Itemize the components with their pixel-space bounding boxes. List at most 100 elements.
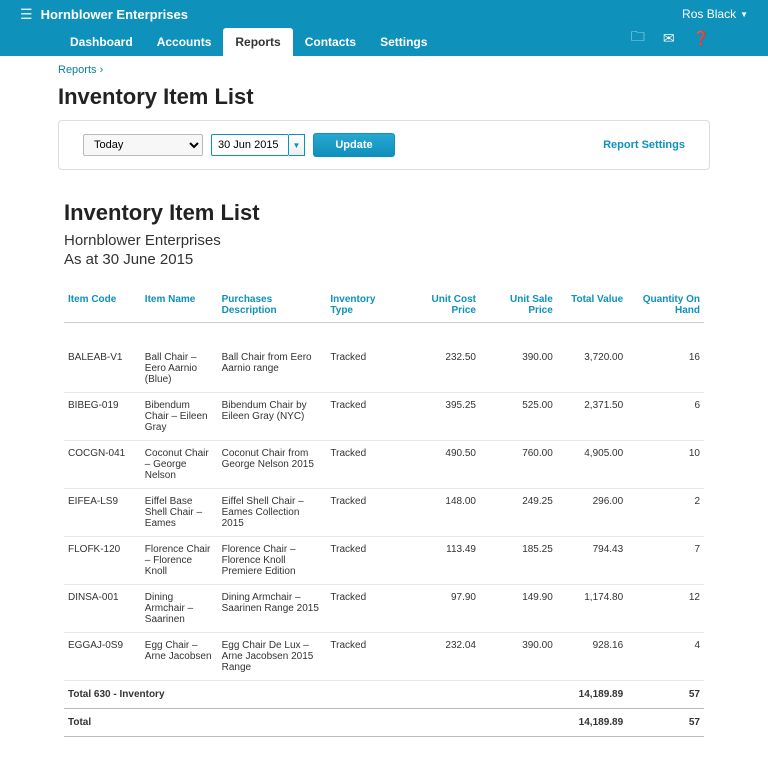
table-row: EIFEA-LS9Eiffel Base Shell Chair – Eames…	[64, 488, 704, 536]
col-item-code[interactable]: Item Code	[64, 288, 141, 323]
cell-code: EGGAJ-0S9	[64, 632, 141, 680]
cell-name: Coconut Chair – George Nelson	[141, 440, 218, 488]
cell-ucp: 395.25	[403, 392, 480, 440]
table-row: BALEAB-V1Ball Chair – Eero Aarnio (Blue)…	[64, 345, 704, 393]
col-total-value[interactable]: Total Value	[557, 288, 627, 323]
report-org: Hornblower Enterprises	[64, 232, 704, 249]
cell-tv: 296.00	[557, 488, 627, 536]
date-picker: ▼	[211, 134, 305, 156]
cell-tv: 4,905.00	[557, 440, 627, 488]
cell-desc: Ball Chair from Eero Aarnio range	[218, 345, 327, 393]
cell-tv: 1,174.80	[557, 584, 627, 632]
cell-name: Florence Chair – Florence Knoll	[141, 536, 218, 584]
help-icon[interactable]: ❓	[693, 30, 710, 47]
files-icon[interactable]: 🗀	[631, 26, 645, 50]
cell-qty: 16	[627, 345, 704, 393]
cell-tv: 3,720.00	[557, 345, 627, 393]
period-select[interactable]: Today	[83, 134, 203, 156]
cell-type: Tracked	[326, 345, 403, 393]
total-label: Total	[64, 708, 557, 736]
cell-code: BIBEG-019	[64, 392, 141, 440]
table-row: COCGN-041Coconut Chair – George NelsonCo…	[64, 440, 704, 488]
inventory-table: Item Code Item Name Purchases Descriptio…	[64, 288, 704, 737]
cell-name: Eiffel Base Shell Chair – Eames	[141, 488, 218, 536]
tab-contacts[interactable]: Contacts	[293, 28, 368, 56]
report-body: Inventory Item List Hornblower Enterpris…	[42, 186, 726, 751]
cell-type: Tracked	[326, 392, 403, 440]
controls-box: Today ▼ Update Report Settings	[58, 120, 710, 170]
cell-qty: 4	[627, 632, 704, 680]
update-button[interactable]: Update	[313, 133, 395, 157]
cell-code: COCGN-041	[64, 440, 141, 488]
cell-usp: 390.00	[480, 345, 557, 393]
user-menu[interactable]: Ros Black ▼	[682, 7, 748, 21]
cell-name: Bibendum Chair – Eileen Gray	[141, 392, 218, 440]
tab-dashboard[interactable]: Dashboard	[58, 28, 145, 56]
cell-qty: 2	[627, 488, 704, 536]
caret-down-icon: ▼	[740, 10, 748, 19]
report-title: Inventory Item List	[64, 200, 704, 226]
cell-ucp: 490.50	[403, 440, 480, 488]
cell-usp: 390.00	[480, 632, 557, 680]
cell-name: Ball Chair – Eero Aarnio (Blue)	[141, 345, 218, 393]
mail-icon[interactable]: ✉	[663, 30, 675, 47]
nav-icons: 🗀 ✉ ❓	[631, 26, 710, 56]
nav-tabs: Dashboard Accounts Reports Contacts Sett…	[58, 28, 439, 56]
subtotal-qty: 57	[627, 680, 704, 708]
report-asat: As at 30 June 2015	[64, 251, 704, 268]
cell-code: BALEAB-V1	[64, 345, 141, 393]
cell-ucp: 113.49	[403, 536, 480, 584]
breadcrumb-chevron-icon: ›	[100, 64, 104, 76]
tab-reports[interactable]: Reports	[223, 28, 292, 56]
cell-qty: 12	[627, 584, 704, 632]
cell-ucp: 148.00	[403, 488, 480, 536]
topbar: ☰ Hornblower Enterprises Ros Black ▼	[0, 0, 768, 28]
table-spacer	[64, 323, 704, 345]
list-icon: ☰	[20, 6, 33, 23]
cell-desc: Coconut Chair from George Nelson 2015	[218, 440, 327, 488]
cell-code: EIFEA-LS9	[64, 488, 141, 536]
cell-qty: 6	[627, 392, 704, 440]
cell-tv: 794.43	[557, 536, 627, 584]
cell-type: Tracked	[326, 536, 403, 584]
date-dropdown-button[interactable]: ▼	[289, 134, 305, 156]
total-row: Total 14,189.89 57	[64, 708, 704, 736]
tab-accounts[interactable]: Accounts	[145, 28, 224, 56]
table-row: DINSA-001Dining Armchair – SaarinenDinin…	[64, 584, 704, 632]
cell-desc: Bibendum Chair by Eileen Gray (NYC)	[218, 392, 327, 440]
subtotal-label: Total 630 - Inventory	[64, 680, 557, 708]
cell-code: FLOFK-120	[64, 536, 141, 584]
cell-usp: 149.90	[480, 584, 557, 632]
user-name: Ros Black	[682, 7, 736, 21]
controls-left: Today ▼ Update	[83, 133, 395, 157]
col-inv-type[interactable]: Inventory Type	[326, 288, 403, 323]
cell-name: Egg Chair – Arne Jacobsen	[141, 632, 218, 680]
cell-usp: 185.25	[480, 536, 557, 584]
col-purch-desc[interactable]: Purchases Description	[218, 288, 327, 323]
breadcrumb: Reports ›	[28, 56, 740, 80]
cell-qty: 7	[627, 536, 704, 584]
date-input[interactable]	[211, 134, 289, 156]
subtotal-value: 14,189.89	[557, 680, 627, 708]
col-unit-sale[interactable]: Unit Sale Price	[480, 288, 557, 323]
report-settings-link[interactable]: Report Settings	[603, 139, 685, 151]
cell-type: Tracked	[326, 488, 403, 536]
cell-type: Tracked	[326, 632, 403, 680]
cell-type: Tracked	[326, 584, 403, 632]
total-qty: 57	[627, 708, 704, 736]
cell-code: DINSA-001	[64, 584, 141, 632]
table-row: BIBEG-019Bibendum Chair – Eileen GrayBib…	[64, 392, 704, 440]
cell-qty: 10	[627, 440, 704, 488]
cell-usp: 525.00	[480, 392, 557, 440]
table-row: EGGAJ-0S9Egg Chair – Arne JacobsenEgg Ch…	[64, 632, 704, 680]
col-item-name[interactable]: Item Name	[141, 288, 218, 323]
navbar: Dashboard Accounts Reports Contacts Sett…	[0, 28, 768, 56]
cell-ucp: 97.90	[403, 584, 480, 632]
col-unit-cost[interactable]: Unit Cost Price	[403, 288, 480, 323]
breadcrumb-reports[interactable]: Reports	[58, 64, 97, 76]
col-qty-on-hand[interactable]: Quantity On Hand	[627, 288, 704, 323]
cell-tv: 928.16	[557, 632, 627, 680]
cell-desc: Egg Chair De Lux – Arne Jacobsen 2015 Ra…	[218, 632, 327, 680]
cell-type: Tracked	[326, 440, 403, 488]
tab-settings[interactable]: Settings	[368, 28, 439, 56]
